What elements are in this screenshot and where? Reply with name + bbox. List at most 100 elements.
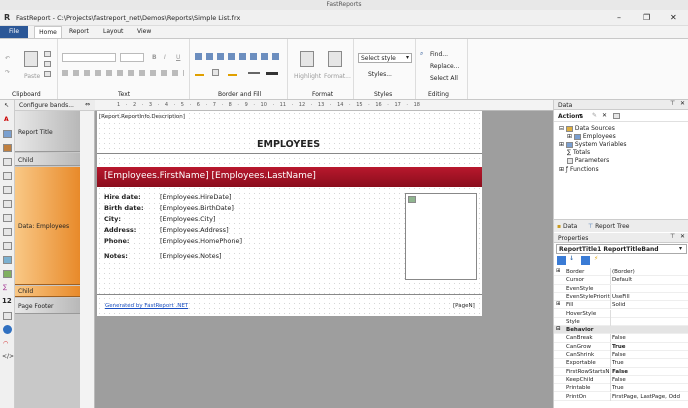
field-value-phone[interactable]: [Employees.HomePhone] bbox=[160, 237, 242, 245]
select-all-button[interactable]: Select All bbox=[430, 75, 458, 82]
text-tool-icon[interactable]: A bbox=[4, 116, 9, 123]
paste-icon[interactable] bbox=[24, 51, 38, 67]
code-tool-icon[interactable]: </> bbox=[2, 353, 14, 360]
field-label-birth-date[interactable]: Birth date: bbox=[104, 204, 144, 212]
field-label-phone[interactable]: Phone: bbox=[104, 237, 130, 245]
html-tool-icon[interactable] bbox=[3, 312, 12, 320]
matrix-tool-icon[interactable] bbox=[3, 186, 12, 194]
pin-icon[interactable]: ⊤ bbox=[670, 233, 675, 240]
property-row[interactable]: Printable True bbox=[554, 384, 688, 393]
properties-icon[interactable] bbox=[581, 256, 590, 265]
rich-text-tool-icon[interactable] bbox=[3, 144, 12, 152]
border-lines-icons[interactable] bbox=[195, 53, 283, 60]
redo-icon[interactable]: ↷ bbox=[5, 69, 10, 76]
band-page-footer[interactable]: Page Footer bbox=[15, 298, 80, 314]
property-value[interactable]: True bbox=[612, 385, 688, 391]
categorized-icon[interactable] bbox=[557, 256, 566, 265]
format-icon[interactable] bbox=[328, 51, 342, 67]
report-heading[interactable]: EMPLOYEES bbox=[257, 139, 320, 150]
font-size-dropdown[interactable] bbox=[120, 53, 144, 62]
photo-picture-box[interactable] bbox=[405, 193, 477, 280]
chevron-down-icon[interactable]: ▾ bbox=[579, 112, 582, 119]
formula-tool-icon[interactable]: ∑ bbox=[3, 284, 7, 291]
maximize-button[interactable]: ❐ bbox=[643, 13, 650, 22]
checkbox-tool-icon[interactable] bbox=[3, 242, 12, 250]
property-value[interactable]: (Border) bbox=[612, 269, 688, 275]
picture-tool-icon[interactable] bbox=[3, 130, 12, 138]
field-value-birth-date[interactable]: [Employees.BirthDate] bbox=[160, 204, 234, 212]
band-child-1[interactable]: Child bbox=[15, 153, 80, 166]
tree-item-system-variables[interactable]: ⊞ System Variables bbox=[559, 141, 627, 148]
bold-button[interactable]: B bbox=[152, 54, 157, 61]
line-style-icon[interactable] bbox=[248, 72, 260, 74]
property-row[interactable]: Style bbox=[554, 317, 688, 327]
band-child-2[interactable]: Child bbox=[15, 286, 80, 297]
delete-icon[interactable]: ✕ bbox=[602, 112, 607, 119]
format-label[interactable]: Format... bbox=[324, 73, 351, 80]
font-name-dropdown[interactable] bbox=[62, 53, 116, 62]
tab-report[interactable]: Report bbox=[69, 28, 89, 35]
tab-data[interactable]: ▪ Data bbox=[557, 223, 577, 230]
name-band[interactable]: [Employees.FirstName] [Employees.LastNam… bbox=[97, 167, 482, 187]
employee-name-field[interactable]: [Employees.FirstName] [Employees.LastNam… bbox=[104, 171, 316, 181]
edit-icon[interactable]: ✎ bbox=[592, 112, 597, 119]
replace-button[interactable]: Replace... bbox=[430, 63, 459, 70]
fill-color-icon[interactable] bbox=[195, 69, 204, 76]
underline-button[interactable]: U bbox=[176, 54, 180, 61]
tab-layout[interactable]: Layout bbox=[103, 28, 123, 35]
expand-icon[interactable]: ⊞ bbox=[556, 301, 561, 307]
property-value[interactable]: False bbox=[612, 335, 688, 341]
align-icons[interactable] bbox=[62, 70, 184, 76]
close-icon[interactable]: ✕ bbox=[680, 100, 685, 107]
property-value[interactable]: UseFill bbox=[612, 294, 688, 300]
tree-item-data-sources[interactable]: ⊟ Data Sources bbox=[559, 125, 615, 132]
tab-report-tree[interactable]: ⊤ Report Tree bbox=[588, 223, 629, 230]
tab-home[interactable]: Home bbox=[34, 26, 62, 38]
field-value-address[interactable]: [Employees.Address] bbox=[160, 226, 229, 234]
line-tool-icon[interactable] bbox=[3, 214, 12, 222]
field-label-hire-date[interactable]: Hire date: bbox=[104, 193, 141, 201]
property-value[interactable]: False bbox=[612, 352, 688, 358]
tab-view[interactable]: View bbox=[137, 28, 151, 35]
band-report-title[interactable]: Report Title bbox=[15, 111, 80, 152]
property-row[interactable]: FirstRowStartsN False bbox=[554, 367, 688, 376]
field-value-city[interactable]: [Employees.City] bbox=[160, 215, 215, 223]
property-row[interactable]: PrintOn FirstPage, LastPage, Odd bbox=[554, 392, 688, 401]
property-value[interactable]: Solid bbox=[612, 302, 688, 308]
gauge-tool-icon[interactable]: ◠ bbox=[3, 340, 8, 347]
highlight-icon[interactable] bbox=[300, 51, 314, 67]
property-value[interactable]: FirstPage, LastPage, Odd bbox=[612, 394, 688, 400]
chart-tool-icon[interactable] bbox=[3, 270, 12, 278]
property-row[interactable]: ⊞ Border (Border) bbox=[554, 268, 688, 277]
highlight-label[interactable]: Highlight bbox=[294, 73, 321, 80]
select-style-dropdown[interactable]: Select style ▾ bbox=[358, 53, 412, 63]
find-button[interactable]: Find... bbox=[430, 51, 448, 58]
property-value[interactable]: True bbox=[612, 344, 688, 350]
undo-icon[interactable]: ↶ bbox=[5, 55, 10, 62]
field-value-notes[interactable]: [Employees.Notes] bbox=[160, 252, 222, 260]
minimize-button[interactable]: – bbox=[617, 13, 621, 22]
line-width-icon[interactable] bbox=[266, 72, 278, 75]
field-label-notes[interactable]: Notes: bbox=[104, 252, 128, 260]
property-row[interactable]: Exportable True bbox=[554, 359, 688, 368]
property-value[interactable]: False bbox=[612, 369, 688, 375]
number-tool-icon[interactable]: 12 bbox=[2, 297, 12, 305]
expand-icon[interactable]: ⊞ bbox=[556, 268, 561, 274]
property-section-header[interactable]: ⊟ Behavior bbox=[554, 326, 688, 335]
property-row[interactable]: CanShrink False bbox=[554, 351, 688, 360]
property-row[interactable]: EvenStylePriority UseFill bbox=[554, 292, 688, 302]
map-tool-icon[interactable] bbox=[3, 256, 12, 264]
paste-label[interactable]: Paste bbox=[24, 73, 40, 80]
close-button[interactable]: ✕ bbox=[670, 13, 677, 22]
field-label-city[interactable]: City: bbox=[104, 215, 121, 223]
pointer-tool-icon[interactable]: ↖ bbox=[4, 102, 9, 109]
tree-item-totals[interactable]: ∑ Totals bbox=[567, 149, 590, 156]
configure-bands-button[interactable]: Configure bands... bbox=[19, 102, 74, 109]
table-tool-icon[interactable] bbox=[3, 172, 12, 180]
tree-item-employees[interactable]: ⊞ Employees bbox=[567, 133, 616, 140]
property-row[interactable]: EvenStyle bbox=[554, 284, 688, 293]
styles-button[interactable]: Styles... bbox=[368, 71, 392, 78]
field-value-hire-date[interactable]: [Employees.HireDate] bbox=[160, 193, 231, 201]
shape-tool-icon[interactable] bbox=[3, 200, 12, 208]
tree-item-parameters[interactable]: Parameters bbox=[567, 157, 609, 164]
